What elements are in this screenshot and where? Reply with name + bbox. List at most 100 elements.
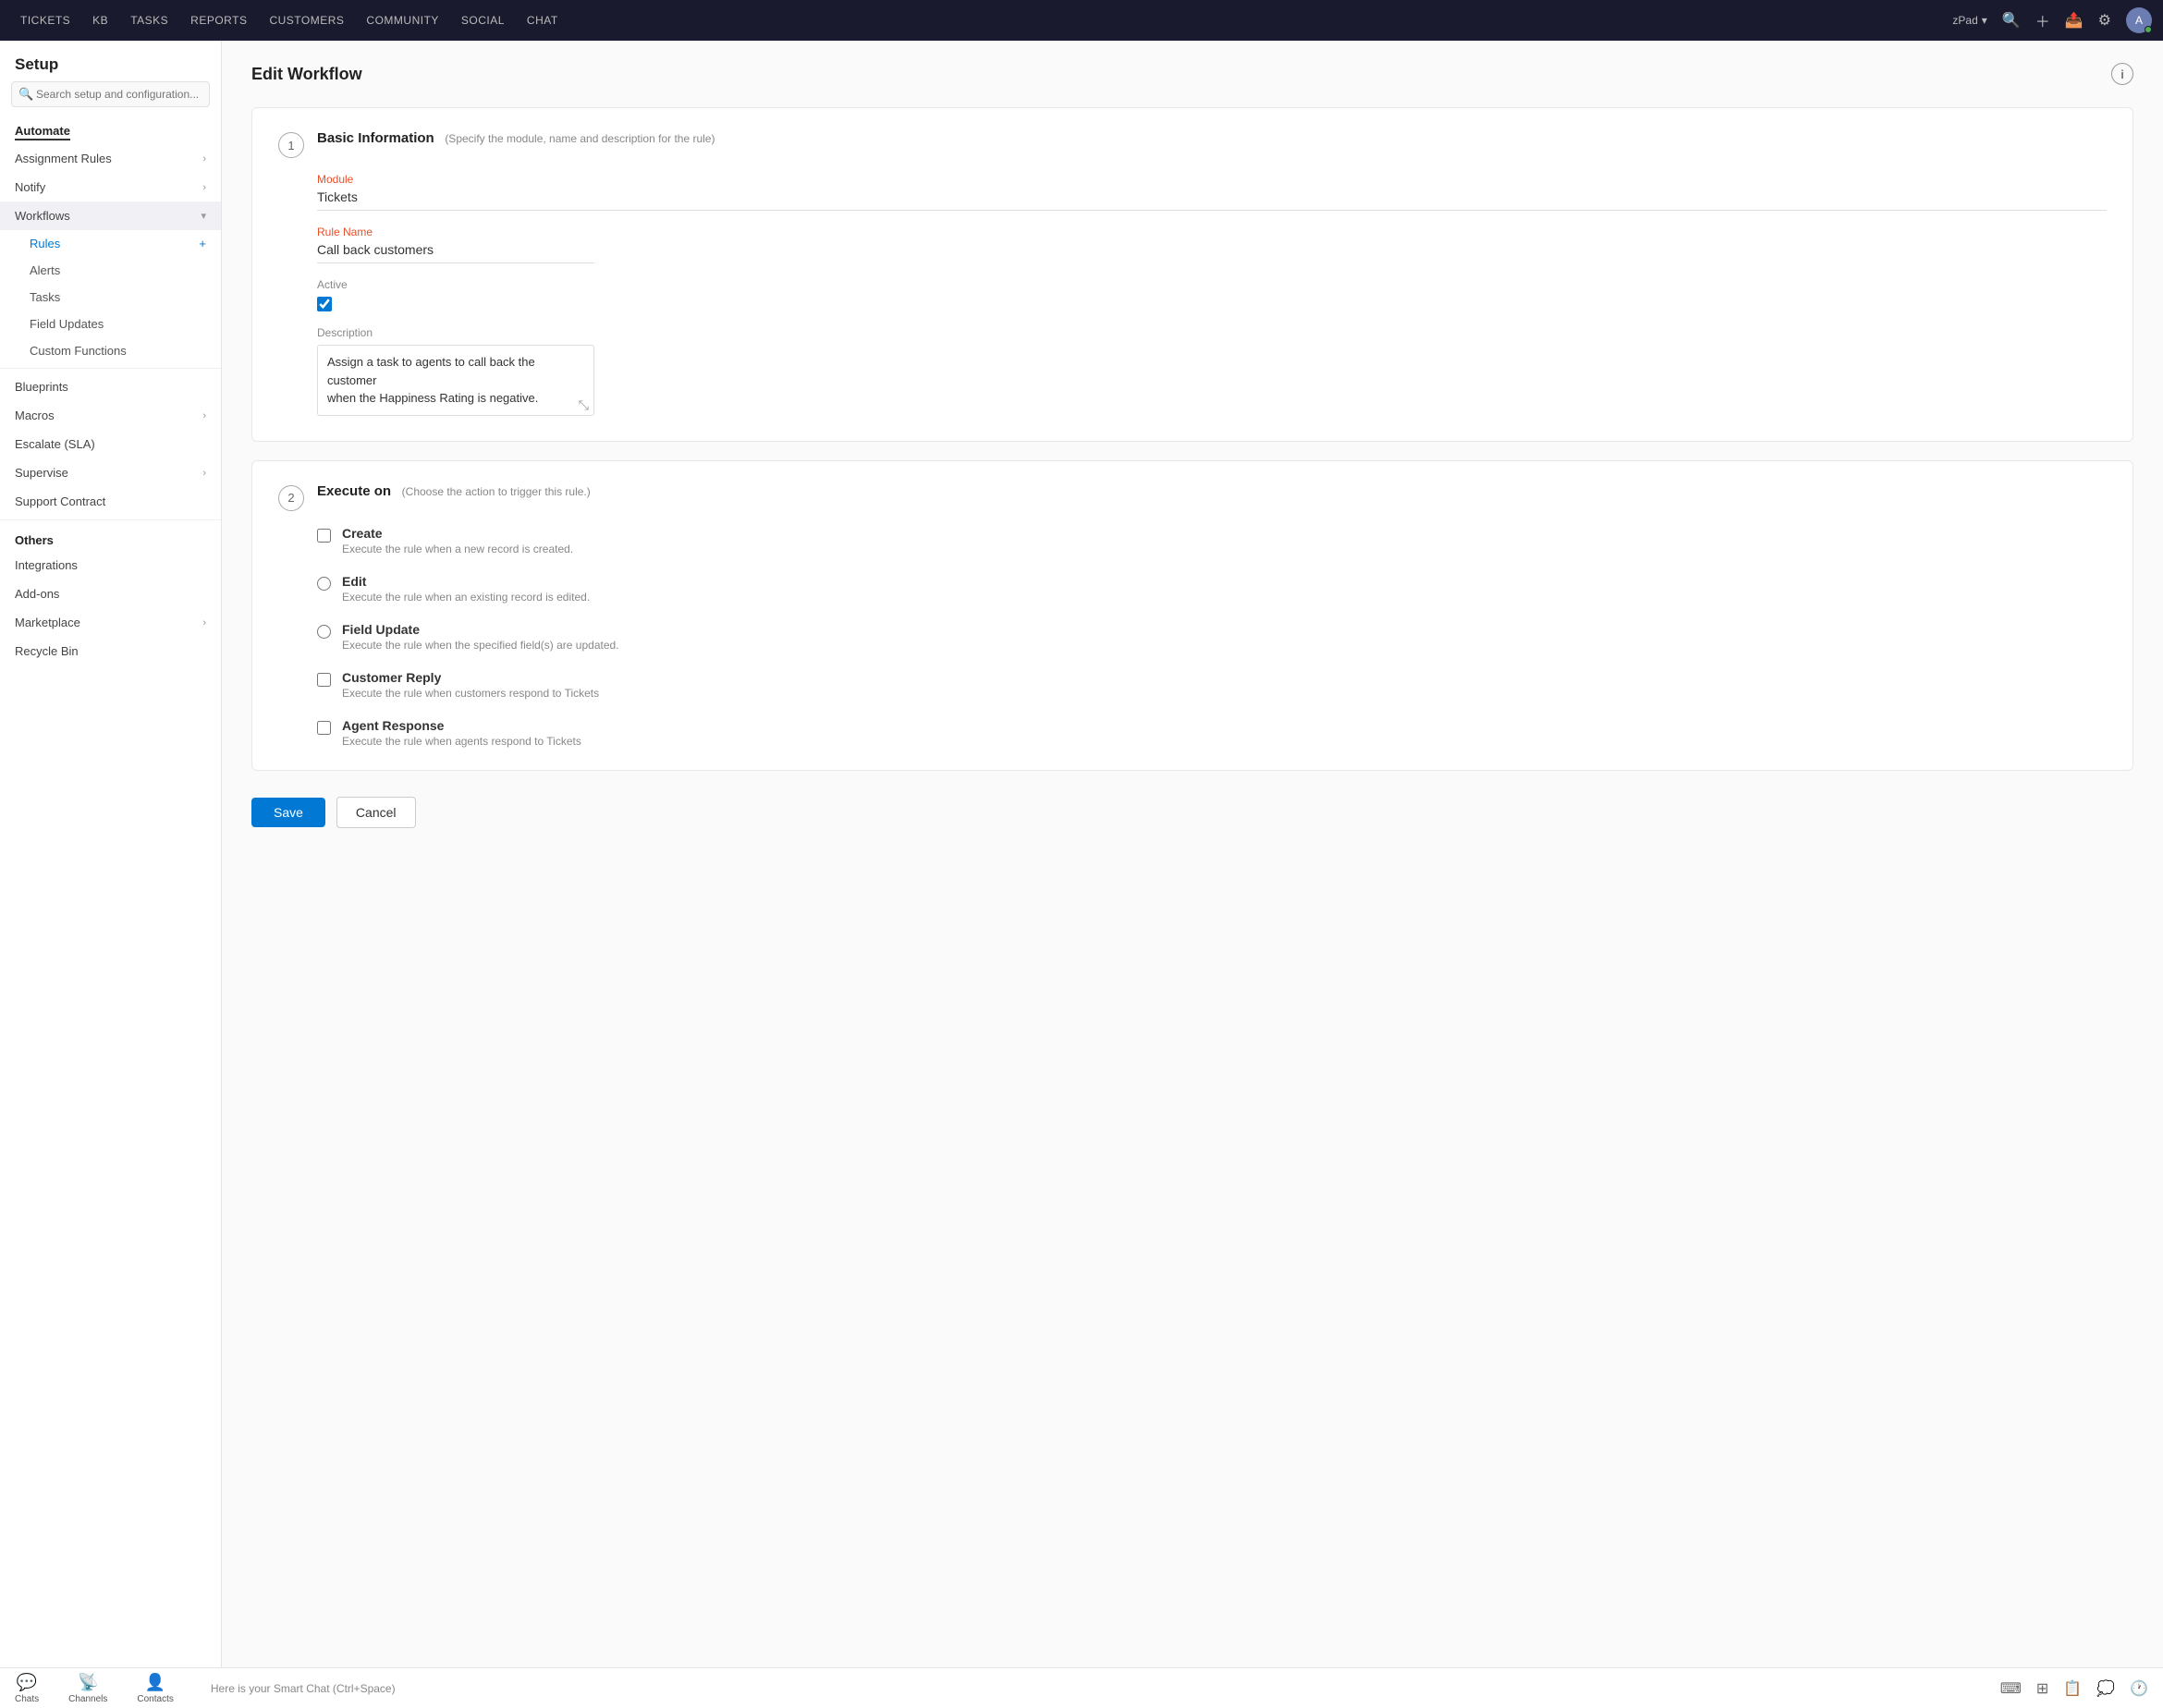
form-footer: Save Cancel (251, 789, 2133, 828)
customer-reply-checkbox[interactable] (317, 673, 331, 687)
alerts-label: Alerts (30, 263, 60, 277)
section2-header-row: 2 Execute on (Choose the action to trigg… (278, 483, 2107, 511)
nav-tickets[interactable]: TICKETS (11, 8, 79, 32)
edit-radio[interactable] (317, 577, 331, 591)
description-label: Description (317, 326, 2107, 339)
sidebar-item-escalate[interactable]: Escalate (SLA) (0, 430, 221, 458)
clock-icon[interactable]: 🕐 (2130, 1679, 2148, 1698)
divider2 (0, 519, 221, 520)
field-update-title: Field Update (342, 622, 619, 637)
execute-on-section: 2 Execute on (Choose the action to trigg… (251, 460, 2133, 771)
cancel-button[interactable]: Cancel (336, 797, 416, 828)
channels-label: Channels (68, 1694, 107, 1704)
agent-response-desc: Execute the rule when agents respond to … (342, 735, 581, 748)
section2-content: Create Execute the rule when a new recor… (278, 526, 2107, 748)
sidebar-item-addons[interactable]: Add-ons (0, 580, 221, 608)
automate-header[interactable]: Automate (0, 115, 221, 144)
chat-bubbles-icon[interactable]: 💭 (2096, 1679, 2115, 1698)
create-desc: Execute the rule when a new record is cr… (342, 543, 573, 555)
share-icon[interactable]: 📤 (2065, 11, 2084, 30)
custom-functions-label: Custom Functions (30, 344, 127, 358)
grid-icon[interactable]: ⊞ (2036, 1679, 2048, 1698)
edit-desc: Execute the rule when an existing record… (342, 591, 590, 604)
section2-title: Execute on (317, 483, 391, 499)
sidebar-subitem-custom-functions[interactable]: Custom Functions (0, 337, 221, 364)
sidebar-item-support-contract[interactable]: Support Contract (0, 487, 221, 516)
avatar[interactable]: A (2126, 7, 2152, 33)
nav-community[interactable]: COMMUNITY (357, 8, 448, 32)
sidebar-item-macros[interactable]: Macros › (0, 401, 221, 430)
sidebar-subitem-rules[interactable]: Rules + (0, 230, 221, 257)
sidebar-item-integrations[interactable]: Integrations (0, 551, 221, 580)
add-rule-icon[interactable]: + (199, 237, 206, 250)
description-wrap: Assign a task to agents to call back the… (317, 345, 594, 419)
nav-social[interactable]: SOCIAL (452, 8, 514, 32)
section1-title: Basic Information (317, 130, 434, 146)
chevron-right-icon: › (202, 182, 206, 193)
bottom-bar-chats[interactable]: 💬 Chats (15, 1673, 39, 1704)
others-label: Others (15, 533, 54, 547)
bottom-bar-channels[interactable]: 📡 Channels (68, 1673, 107, 1704)
execute-option-agent-response: Agent Response Execute the rule when age… (317, 718, 2107, 748)
support-contract-label: Support Contract (15, 494, 105, 508)
sidebar-subitem-alerts[interactable]: Alerts (0, 257, 221, 284)
sidebar-item-blueprints[interactable]: Blueprints (0, 372, 221, 401)
chevron-right-icon: › (202, 410, 206, 421)
settings-icon[interactable]: ⚙ (2098, 11, 2111, 30)
execute-option-create: Create Execute the rule when a new recor… (317, 526, 2107, 555)
divider (0, 368, 221, 369)
sidebar-item-recycle-bin[interactable]: Recycle Bin (0, 637, 221, 665)
search-input[interactable] (11, 81, 210, 107)
nav-chat[interactable]: CHAT (518, 8, 568, 32)
agent-response-content: Agent Response Execute the rule when age… (342, 718, 581, 748)
content-area: Edit Workflow i 1 Basic Information (Spe… (222, 41, 2163, 1667)
rule-name-value: Call back customers (317, 242, 594, 263)
save-button[interactable]: Save (251, 798, 325, 827)
search-wrap: 🔍 (0, 81, 221, 115)
plus-icon[interactable]: ＋ (2035, 9, 2050, 31)
integrations-label: Integrations (15, 558, 78, 572)
chats-icon: 💬 (17, 1673, 37, 1692)
section1-title-wrap: Basic Information (Specify the module, n… (317, 130, 715, 146)
sidebar-subitem-field-updates[interactable]: Field Updates (0, 311, 221, 337)
keyboard-icon[interactable]: ⌨ (2000, 1679, 2022, 1698)
search-container: 🔍 (11, 81, 210, 107)
sidebar-item-workflows[interactable]: Workflows ▾ (0, 201, 221, 230)
nav-reports[interactable]: REPORTS (181, 8, 256, 32)
active-checkbox[interactable] (317, 297, 332, 311)
description-textarea[interactable]: Assign a task to agents to call back the… (317, 345, 594, 416)
field-update-radio[interactable] (317, 625, 331, 639)
rule-name-label: Rule Name (317, 226, 2107, 238)
page-title: Edit Workflow (251, 65, 362, 84)
sidebar-item-assignment-rules[interactable]: Assignment Rules › (0, 144, 221, 173)
blueprints-label: Blueprints (15, 380, 68, 394)
macros-label: Macros (15, 409, 55, 422)
zpad-button[interactable]: zPad ▾ (1952, 14, 1986, 27)
history-icon[interactable]: 📋 (2063, 1679, 2082, 1698)
search-icon[interactable]: 🔍 (2002, 11, 2021, 30)
agent-response-checkbox[interactable] (317, 721, 331, 735)
escalate-label: Escalate (SLA) (15, 437, 95, 451)
create-checkbox[interactable] (317, 529, 331, 543)
chevron-right-icon: › (202, 617, 206, 628)
nav-kb[interactable]: KB (83, 8, 117, 32)
nav-tasks[interactable]: TASKS (121, 8, 177, 32)
bottom-bar-right: ⌨ ⊞ 📋 💭 🕐 (2000, 1679, 2148, 1698)
nav-customers[interactable]: CUSTOMERS (260, 8, 353, 32)
bottom-bar-contacts[interactable]: 👤 Contacts (137, 1673, 173, 1704)
resize-icon[interactable]: ⤡ (579, 397, 589, 413)
contacts-icon: 👤 (145, 1673, 165, 1692)
chevron-down-icon: ▾ (201, 210, 206, 222)
sidebar-item-supervise[interactable]: Supervise › (0, 458, 221, 487)
zpad-label: zPad (1952, 14, 1977, 27)
smart-chat-text[interactable]: Here is your Smart Chat (Ctrl+Space) (203, 1682, 1971, 1695)
sidebar: Setup 🔍 Automate Assignment Rules › Noti… (0, 41, 222, 1667)
customer-reply-title: Customer Reply (342, 670, 599, 685)
sidebar-subitem-tasks[interactable]: Tasks (0, 284, 221, 311)
execute-option-edit: Edit Execute the rule when an existing r… (317, 574, 2107, 604)
sidebar-item-notify[interactable]: Notify › (0, 173, 221, 201)
marketplace-label: Marketplace (15, 616, 80, 629)
workflows-label: Workflows (15, 209, 70, 223)
info-button[interactable]: i (2111, 63, 2133, 85)
sidebar-item-marketplace[interactable]: Marketplace › (0, 608, 221, 637)
